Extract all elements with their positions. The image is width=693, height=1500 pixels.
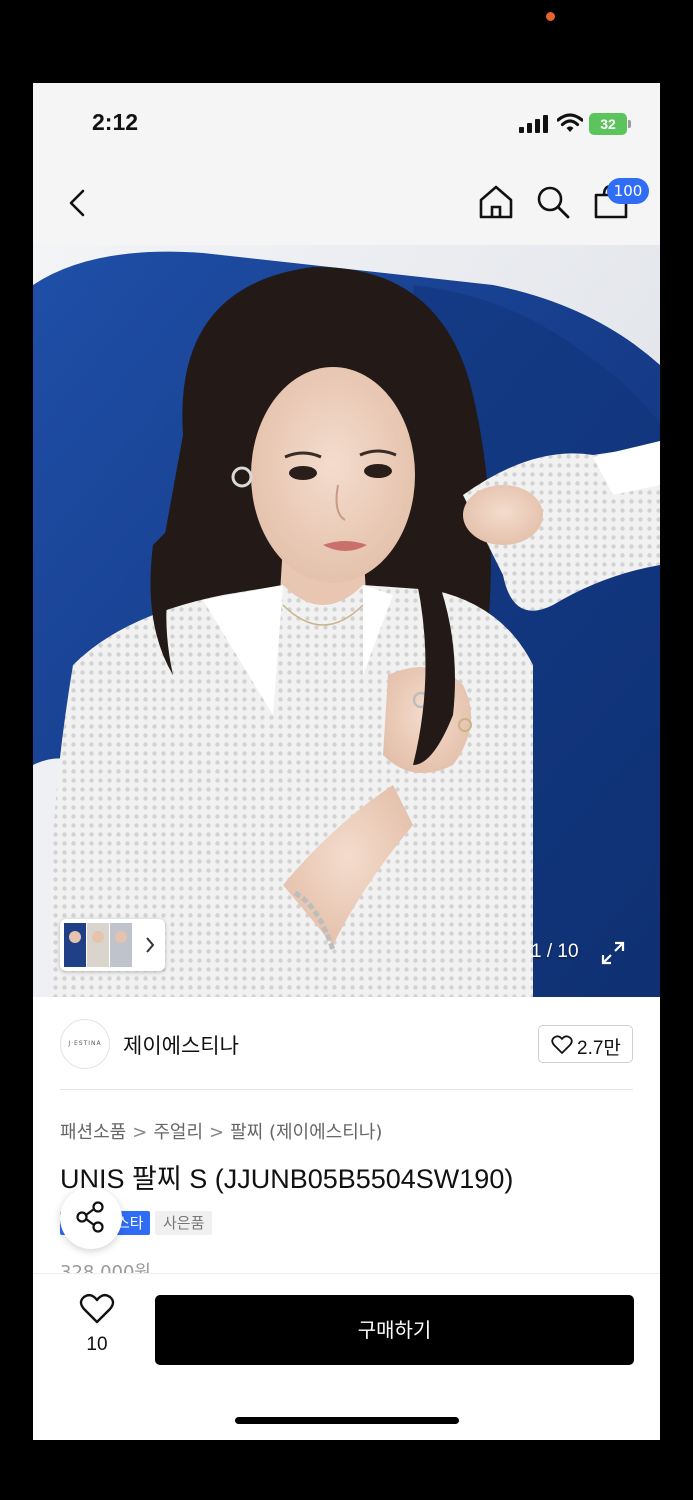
recording-indicator [546,12,555,21]
thumbnail-images [64,923,155,967]
product-image-carousel[interactable]: 1 / 10 [33,245,660,997]
gift-tag: 사은품 [155,1211,213,1235]
top-navigation [33,163,660,245]
cart-count-badge: 100 [607,178,649,204]
brand-like-button[interactable]: 2.7만 [538,1025,633,1063]
breadcrumb: 패션소품 > 주얼리 > 팔찌 (제이에스티나) [60,1118,382,1144]
chevron-right-icon: > [209,1122,225,1143]
search-icon[interactable] [535,183,571,221]
brand-name[interactable]: 제이에스티나 [123,1030,239,1060]
wishlist-button[interactable]: 10 [73,1292,121,1362]
status-bar: 2:12 32 [33,83,660,163]
battery-tip [628,120,631,128]
home-icon[interactable] [477,183,515,221]
image-counter: 1 / 10 [531,941,579,962]
expand-icon[interactable] [599,939,627,967]
signal-icon [519,115,548,133]
share-icon [76,1201,104,1233]
wifi-icon [557,113,583,132]
breadcrumb-item[interactable]: 팔찌 (제이에스티나) [230,1122,382,1143]
battery-indicator: 32 [589,113,627,135]
thumbnail-strip[interactable] [60,919,165,971]
heart-icon [551,1035,573,1054]
share-button[interactable] [60,1187,122,1249]
back-arrow-icon[interactable] [63,185,93,221]
wishlist-count: 10 [86,1334,108,1355]
chevron-right-icon: > [132,1122,148,1143]
buy-button[interactable]: 구매하기 [155,1295,634,1365]
brand-like-count: 2.7만 [577,1038,621,1059]
battery-level: 32 [600,116,616,132]
product-title: UNIS 팔찌 S (JJUNB05B5504SW190) [60,1164,514,1194]
product-price: 328,000원 [60,1262,151,1273]
brand-logo[interactable]: J·ESTINA [60,1019,110,1069]
heart-icon [79,1293,115,1324]
divider [60,1089,633,1090]
brand-logo-text: J·ESTINA [68,1040,102,1047]
product-photo [33,245,660,997]
home-indicator [235,1417,459,1424]
breadcrumb-item[interactable]: 패션소품 [60,1122,126,1143]
status-time: 2:12 [92,109,139,135]
breadcrumb-item[interactable]: 주얼리 [153,1122,203,1143]
bottom-action-bar: 10 구매하기 [33,1273,660,1440]
phone-screen: 2:12 32 100 1 / 10 J·ESTINA 제이에스티나 2.7만 … [33,83,660,1440]
